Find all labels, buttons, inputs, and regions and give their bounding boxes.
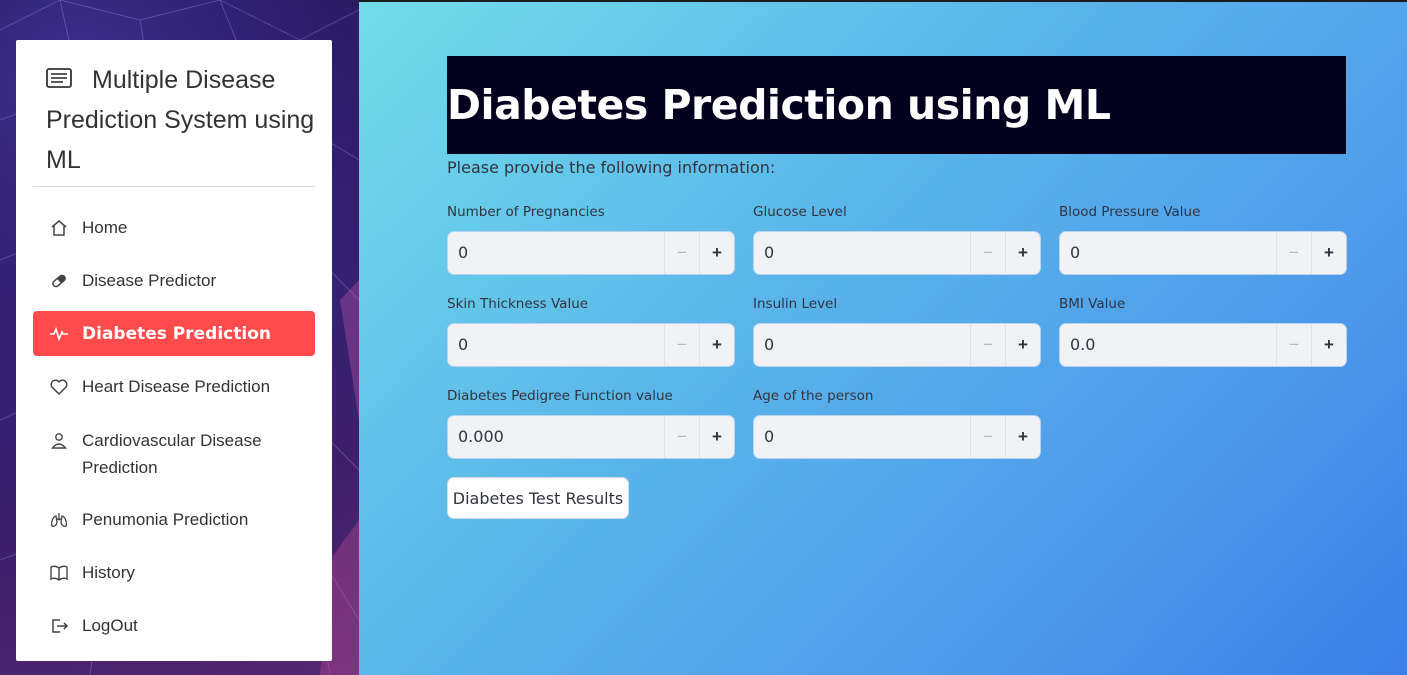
sidebar-item-heart-disease-prediction[interactable]: Heart Disease Prediction: [33, 360, 315, 413]
capsule-icon: [52, 274, 66, 288]
increment-button[interactable]: +: [1311, 324, 1346, 366]
decrement-button[interactable]: −: [970, 232, 1005, 274]
sidebar-item-disease-predictor[interactable]: Disease Predictor: [33, 254, 315, 307]
increment-button[interactable]: +: [1311, 232, 1346, 274]
sidebar-item-label: Penumonia Prediction: [82, 509, 249, 529]
logout-icon: [52, 619, 69, 633]
age-input[interactable]: 0: [754, 416, 970, 458]
page-title-banner: Diabetes Prediction using ML: [447, 56, 1346, 154]
number-input-box: 0.000 − +: [447, 415, 735, 459]
field-label: Age of the person: [753, 388, 874, 404]
bmi-input[interactable]: 0.0: [1060, 324, 1276, 366]
increment-button[interactable]: +: [699, 232, 734, 274]
sidebar-item-home[interactable]: Home: [33, 201, 315, 254]
pregnancies-input[interactable]: 0: [448, 232, 664, 274]
increment-button[interactable]: +: [699, 416, 734, 458]
sidebar-item-label: History: [82, 562, 135, 582]
decrement-button[interactable]: −: [970, 416, 1005, 458]
increment-button[interactable]: +: [699, 324, 734, 366]
person-icon: [51, 433, 67, 449]
decrement-button[interactable]: −: [664, 416, 699, 458]
sidebar-item-label: Disease Predictor: [82, 270, 217, 290]
page-subtitle: Please provide the following information…: [447, 158, 776, 177]
field-label: Diabetes Pedigree Function value: [447, 388, 673, 404]
sidebar-item-label: Heart Disease Prediction: [82, 376, 271, 396]
field-label: Number of Pregnancies: [447, 204, 605, 220]
number-input-box: 0 − +: [447, 231, 735, 275]
sidebar-item-label: Cardiovascular Disease Prediction: [82, 431, 262, 477]
page-title: Diabetes Prediction using ML: [447, 81, 1111, 129]
field-label: Skin Thickness Value: [447, 296, 589, 312]
sidebar-item-diabetes-prediction[interactable]: Diabetes Prediction: [33, 311, 315, 356]
blood-pressure-input[interactable]: 0: [1060, 232, 1276, 274]
number-input-box: 0 − +: [1059, 231, 1347, 275]
decrement-button[interactable]: −: [970, 324, 1005, 366]
increment-button[interactable]: +: [1005, 416, 1040, 458]
sidebar-item-label: Home: [82, 217, 128, 237]
sidebar-nav: Home Disease Predictor Diabetes Predicti…: [16, 187, 332, 652]
pregnancies-field: Number of Pregnancies 0 − +: [447, 204, 735, 275]
field-label: BMI Value: [1059, 296, 1126, 312]
pedigree-function-field: Diabetes Pedigree Function value 0.000 −…: [447, 388, 735, 459]
sidebar-panel: Multiple Disease Prediction System using…: [16, 40, 332, 661]
number-input-box: 0 − +: [447, 323, 735, 367]
field-label: Blood Pressure Value: [1059, 204, 1201, 220]
number-input-box: 0 − +: [753, 415, 1041, 459]
diabetes-test-results-button[interactable]: Diabetes Test Results: [447, 477, 629, 519]
sidebar-item-label: LogOut: [82, 615, 138, 635]
sidebar-item-logout[interactable]: LogOut: [33, 599, 315, 652]
decrement-button[interactable]: −: [1276, 232, 1311, 274]
sidebar-item-history[interactable]: History: [33, 546, 315, 599]
glucose-input[interactable]: 0: [754, 232, 970, 274]
list-window-icon: [46, 68, 72, 88]
decrement-button[interactable]: −: [664, 324, 699, 366]
sidebar-item-pneumonia-prediction[interactable]: Penumonia Prediction: [33, 493, 315, 546]
pedigree-function-input[interactable]: 0.000: [448, 416, 664, 458]
age-field: Age of the person 0 − +: [753, 388, 1041, 459]
field-label: Insulin Level: [753, 296, 838, 312]
sidebar-item-cardiovascular-disease-prediction[interactable]: Cardiovascular Disease Prediction: [33, 413, 315, 493]
lungs-icon: [50, 513, 68, 527]
book-icon: [50, 565, 68, 581]
number-input-box: 0 − +: [753, 231, 1041, 275]
field-label: Glucose Level: [753, 204, 847, 220]
sidebar-title: Multiple Disease Prediction System using…: [46, 66, 315, 174]
blood-pressure-field: Blood Pressure Value 0 − +: [1059, 204, 1347, 275]
increment-button[interactable]: +: [1005, 232, 1040, 274]
sidebar-item-label: Diabetes Prediction: [82, 323, 271, 344]
activity-icon: [50, 326, 68, 342]
sidebar-header: Multiple Disease Prediction System using…: [16, 40, 332, 186]
main-content: Diabetes Prediction using ML Please prov…: [359, 0, 1407, 675]
house-icon: [51, 220, 67, 236]
number-input-box: 0 − +: [753, 323, 1041, 367]
insulin-input[interactable]: 0: [754, 324, 970, 366]
heart-icon: [50, 379, 68, 396]
bmi-field: BMI Value 0.0 − +: [1059, 296, 1347, 367]
skin-thickness-input[interactable]: 0: [448, 324, 664, 366]
increment-button[interactable]: +: [1005, 324, 1040, 366]
glucose-field: Glucose Level 0 − +: [753, 204, 1041, 275]
decrement-button[interactable]: −: [664, 232, 699, 274]
decrement-button[interactable]: −: [1276, 324, 1311, 366]
skin-thickness-field: Skin Thickness Value 0 − +: [447, 296, 735, 367]
insulin-field: Insulin Level 0 − +: [753, 296, 1041, 367]
number-input-box: 0.0 − +: [1059, 323, 1347, 367]
